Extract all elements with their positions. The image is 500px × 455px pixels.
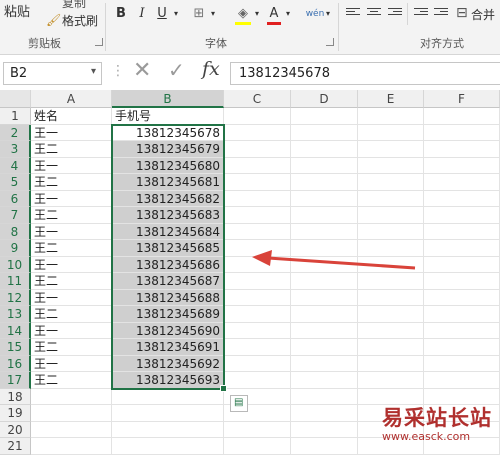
watermark: 易采站长站 <box>382 405 492 430</box>
arrow-head-icon <box>252 250 272 266</box>
annotation-arrow <box>252 250 416 270</box>
watermark-url: www.easck.com <box>382 430 471 443</box>
arrow-shaft <box>267 256 416 270</box>
